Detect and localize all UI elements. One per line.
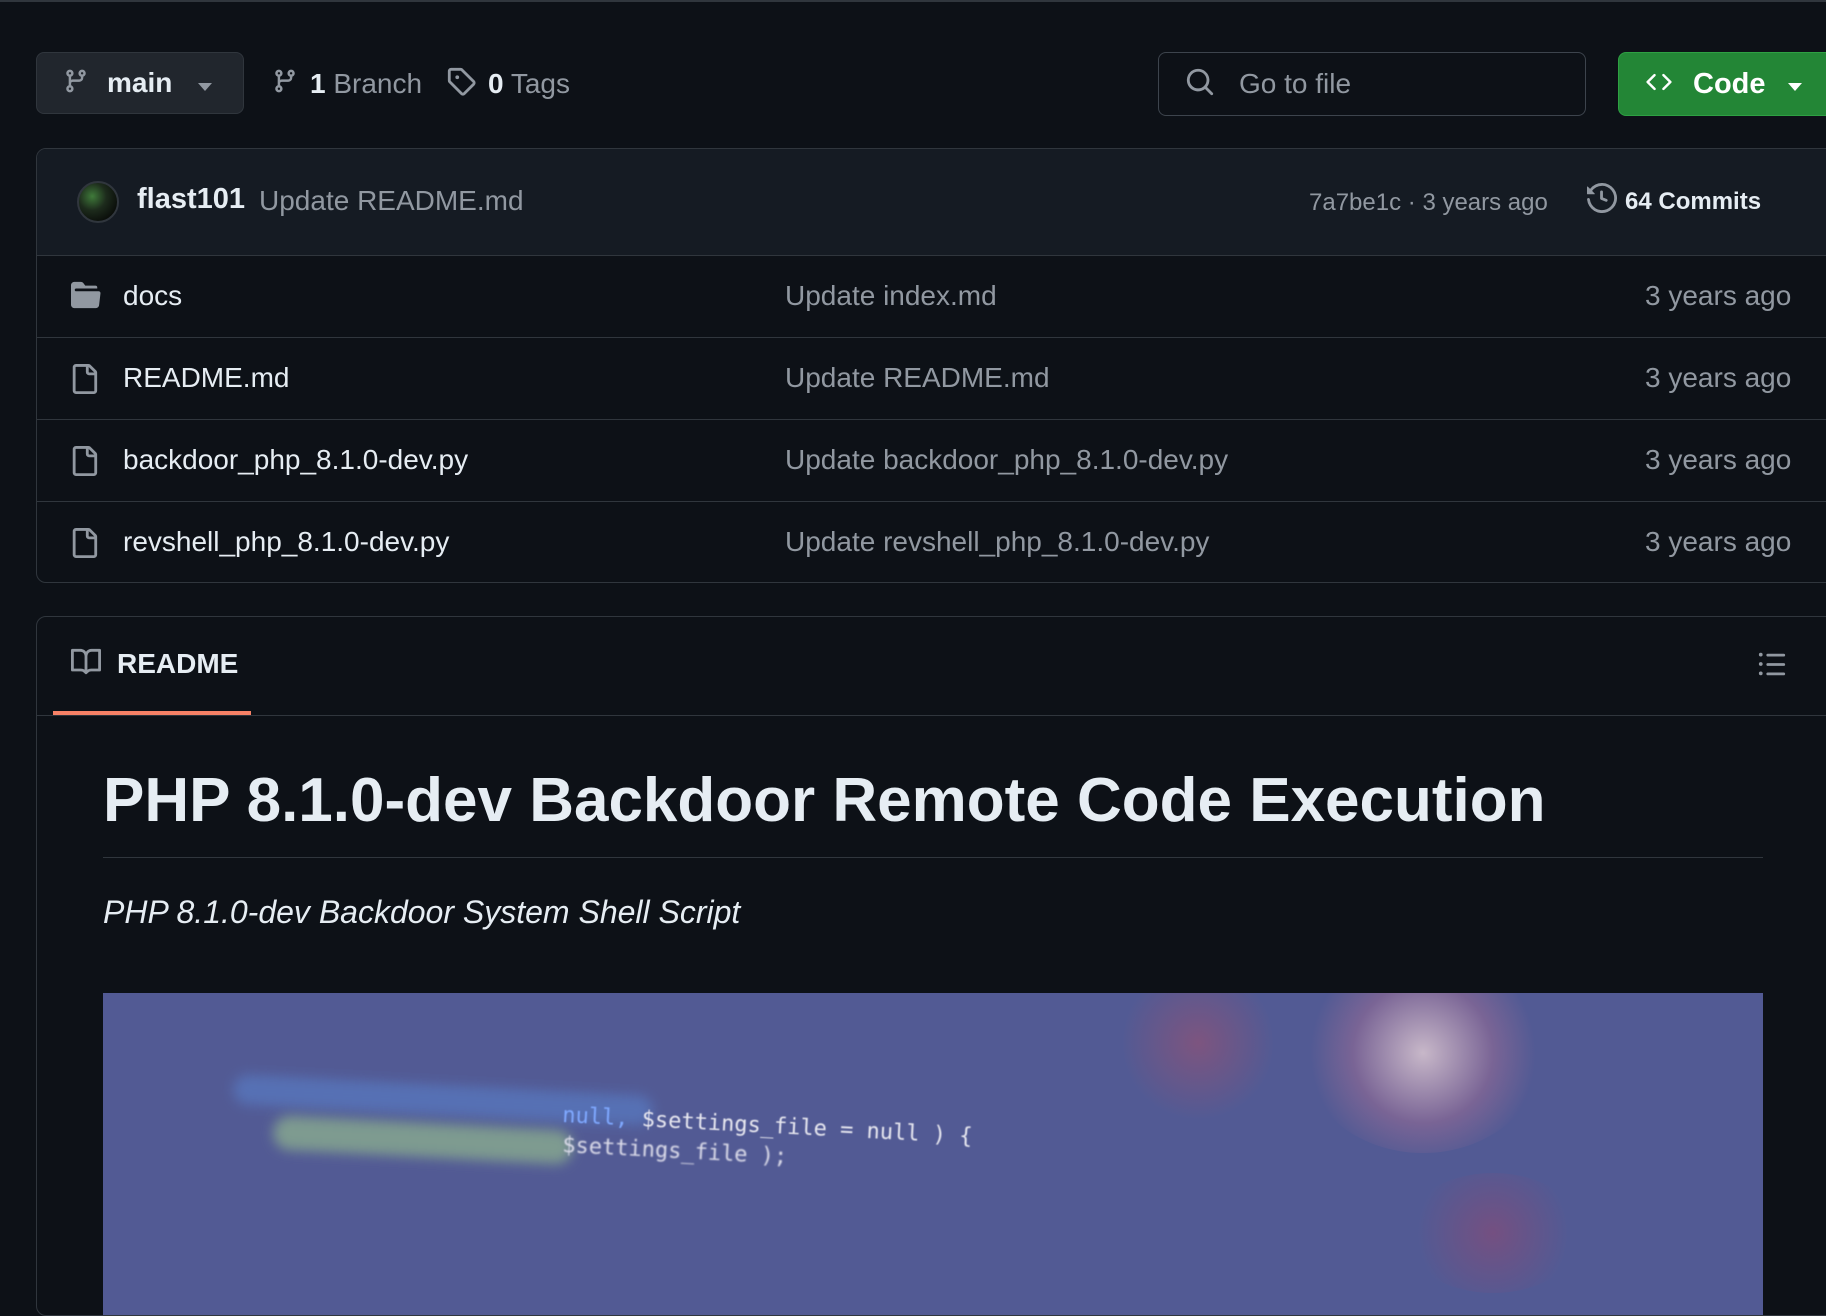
latest-commit-bar: flast101 Update README.md 7a7be1c · 3 ye… (37, 149, 1826, 256)
readme-hero-image: null, $settings_file = null ) { $setting… (103, 993, 1763, 1315)
branch-selector-button[interactable]: main (36, 52, 244, 114)
commit-sha-time: 7a7be1c · 3 years ago (1309, 189, 1548, 217)
file-commit-message[interactable]: Update README.md (785, 362, 1050, 394)
file-commit-time: 3 years ago (1645, 444, 1792, 475)
commits-count: 64 Commits (1625, 187, 1762, 215)
code-icon (1643, 69, 1675, 100)
file-name[interactable]: backdoor_php_8.1.0-dev.py (123, 444, 468, 476)
bokeh-light (1123, 993, 1273, 1123)
file-icon (69, 362, 99, 401)
readme-heading: PHP 8.1.0-dev Backdoor Remote Code Execu… (103, 766, 1763, 859)
file-commit-time: 3 years ago (1645, 280, 1792, 311)
search-input[interactable] (1237, 67, 1571, 101)
readme-panel: README PHP 8.1.0-dev Backdoor Remote Cod… (36, 616, 1826, 1316)
code-button-label: Code (1693, 67, 1766, 100)
separator: · (1407, 189, 1416, 216)
image-code-line: $settings_file ); (561, 1133, 788, 1170)
readme-header: README (37, 617, 1826, 716)
commits-history-link[interactable]: 64 Commits (1587, 182, 1762, 220)
file-commit-time: 3 years ago (1645, 526, 1792, 557)
git-branch-icon (63, 66, 89, 101)
avatar[interactable] (77, 181, 119, 223)
file-name[interactable]: README.md (123, 362, 289, 394)
file-commit-time: 3 years ago (1645, 362, 1792, 393)
file-name[interactable]: docs (123, 280, 182, 312)
branch-word: Branch (333, 68, 423, 99)
branch-name: main (107, 67, 173, 98)
branches-link[interactable]: 1 Branch (272, 56, 422, 112)
go-to-file-search[interactable] (1158, 52, 1586, 116)
table-row[interactable]: docs Update index.md 3 years ago (37, 256, 1826, 338)
file-table: flast101 Update README.md 7a7be1c · 3 ye… (36, 148, 1826, 583)
commit-sha[interactable]: 7a7be1c (1309, 189, 1401, 216)
readme-tab-label: README (117, 648, 239, 679)
tag-count: 0 (488, 68, 504, 99)
history-icon (1587, 182, 1618, 220)
git-branch-icon (272, 66, 298, 103)
file-commit-message[interactable]: Update backdoor_php_8.1.0-dev.py (785, 444, 1228, 476)
file-icon (69, 444, 99, 483)
table-row[interactable]: README.md Update README.md 3 years ago (37, 338, 1826, 420)
chevron-down-icon (1787, 79, 1803, 97)
commit-message[interactable]: Update README.md (259, 185, 524, 217)
commit-author[interactable]: flast101 (137, 183, 245, 216)
tags-link[interactable]: 0 Tags (446, 56, 570, 112)
folder-icon (69, 280, 103, 315)
tag-word: Tags (510, 68, 571, 99)
chevron-down-icon (197, 79, 213, 97)
branch-count: 1 (310, 68, 326, 99)
file-commit-message[interactable]: Update index.md (785, 280, 997, 312)
book-icon (69, 647, 103, 682)
search-icon (1185, 67, 1215, 102)
readme-subtitle: PHP 8.1.0-dev Backdoor System Shell Scri… (103, 894, 741, 931)
tab-readme[interactable]: README (53, 617, 251, 715)
code-button[interactable]: Code (1618, 52, 1826, 116)
file-name[interactable]: revshell_php_8.1.0-dev.py (123, 526, 449, 558)
readme-content: PHP 8.1.0-dev Backdoor Remote Code Execu… (103, 766, 1763, 931)
file-icon (69, 526, 99, 565)
table-row[interactable]: backdoor_php_8.1.0-dev.py Update backdoo… (37, 420, 1826, 502)
table-row[interactable]: revshell_php_8.1.0-dev.py Update revshel… (37, 502, 1826, 582)
blurred-code-fragment (272, 1115, 574, 1165)
file-commit-message[interactable]: Update revshell_php_8.1.0-dev.py (785, 526, 1209, 558)
tag-icon (446, 66, 476, 103)
commit-time: 3 years ago (1422, 189, 1548, 216)
bokeh-light (1403, 1173, 1583, 1293)
list-unordered-icon[interactable] (1757, 649, 1787, 684)
bokeh-light (1303, 993, 1543, 1153)
top-divider (0, 0, 1826, 2)
image-code-keyword: null, (561, 1103, 630, 1132)
